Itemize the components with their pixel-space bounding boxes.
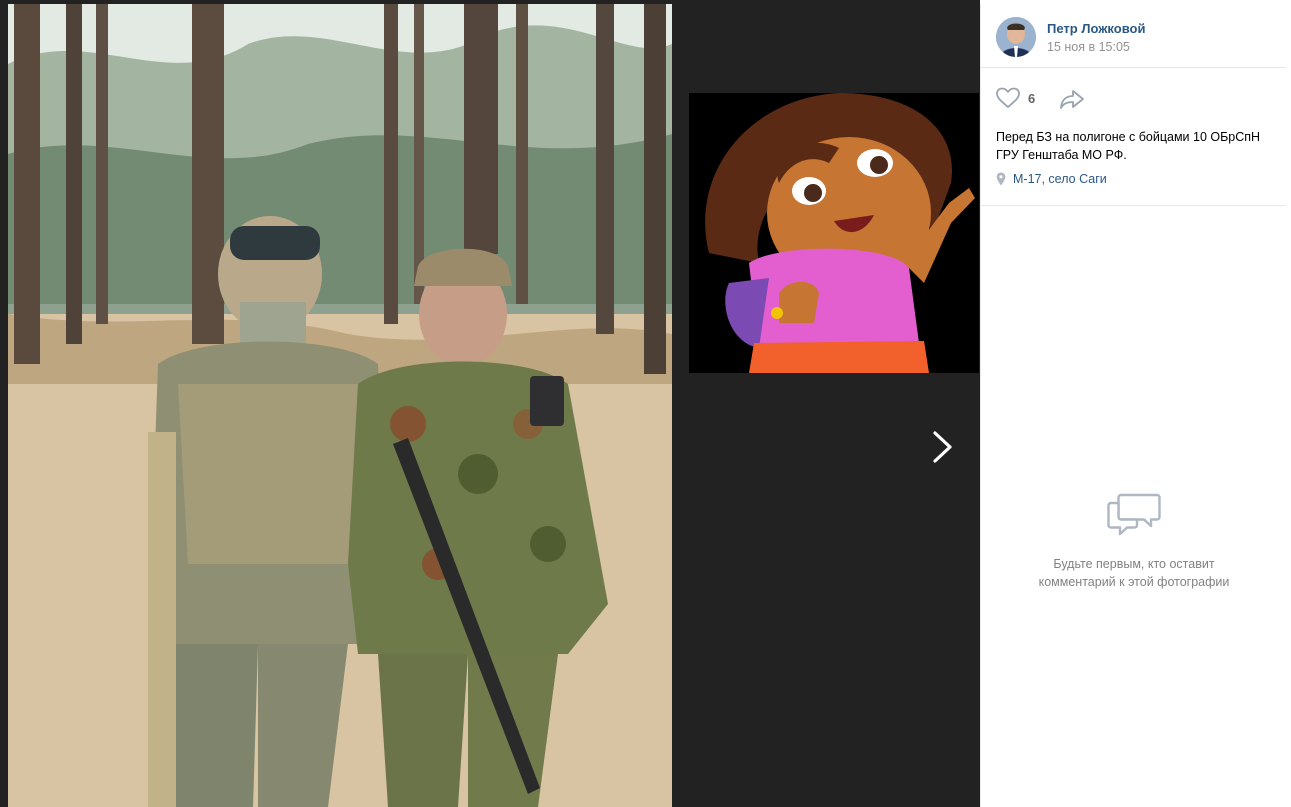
photo-forest-scene (8, 4, 672, 807)
share-arrow-icon (1060, 90, 1084, 109)
post-sidebar: Петр Ложковой 15 ноя в 15:05 6 Перед БЗ … (980, 4, 1286, 807)
post-caption: Перед БЗ на полигоне с бойцами 10 ОБрСпН… (996, 128, 1281, 164)
chevron-right-icon (933, 431, 952, 463)
map-pin-icon (996, 172, 1006, 186)
share-button[interactable] (1059, 88, 1085, 110)
empty-comments-line-2: комментарий к этой фотографии (1038, 575, 1230, 589)
main-photo[interactable] (8, 4, 672, 807)
next-photo-button[interactable] (922, 425, 962, 469)
empty-comments-line-1: Будьте первым, кто оставит (1053, 557, 1215, 571)
heart-icon (996, 87, 1020, 108)
location-text[interactable]: М-17, село Саги (1013, 172, 1107, 186)
speech-bubbles-icon (1107, 493, 1161, 536)
location-link[interactable]: М-17, село Саги (996, 172, 1107, 186)
cartoon-inset-image[interactable] (689, 93, 979, 373)
like-button[interactable]: 6 (995, 86, 1035, 110)
photo-viewer[interactable] (0, 0, 980, 807)
photo-modal: Петр Ложковой 15 ноя в 15:05 6 Перед БЗ … (0, 0, 1291, 807)
caption-line-1: Перед БЗ на полигоне с бойцами 10 ОБрСпН (996, 130, 1261, 144)
empty-comments: Будьте первым, кто оставит комментарий к… (981, 489, 1287, 591)
caption-line-2: ГРУ Генштаба МО РФ. (996, 148, 1127, 162)
avatar-portrait (996, 17, 1036, 57)
cartoon-girl-illustration (689, 93, 979, 373)
author-avatar[interactable] (996, 17, 1036, 57)
post-date[interactable]: 15 ноя в 15:05 (1047, 40, 1130, 54)
post-header: Петр Ложковой 15 ноя в 15:05 (981, 4, 1286, 68)
like-count: 6 (1028, 90, 1036, 106)
author-name[interactable]: Петр Ложковой (1047, 21, 1145, 36)
